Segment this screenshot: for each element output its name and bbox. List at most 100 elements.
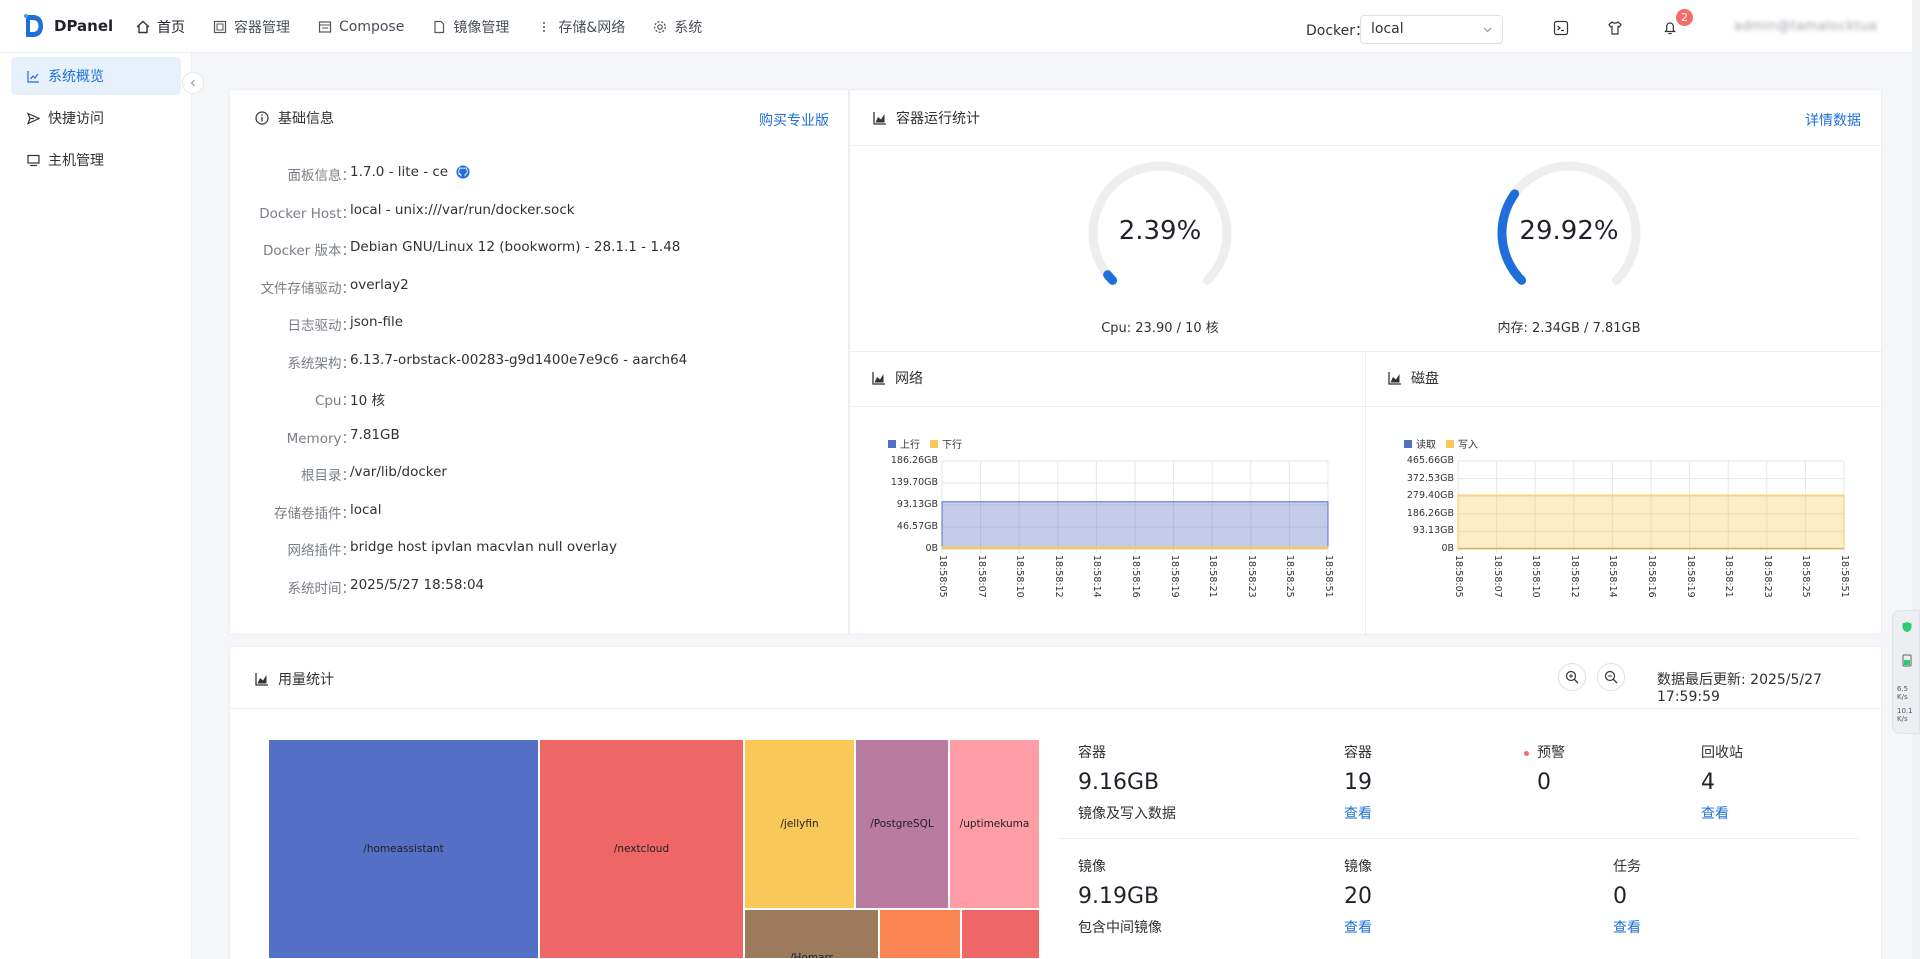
divider bbox=[230, 708, 1883, 709]
cpu-gauge-label: Cpu: 23.90 / 10 核 bbox=[1101, 321, 1219, 336]
info-row-value: 1.7.0 - lite - ce bbox=[350, 164, 470, 180]
info-row-label: Cpu： bbox=[314, 393, 355, 409]
x-tick-label: 18:58:14 bbox=[1607, 555, 1619, 598]
nav-system[interactable]: 系统 bbox=[639, 0, 716, 53]
stat-images-count-value: 20 bbox=[1344, 884, 1372, 909]
treemap-cell-label: /uptimekuma bbox=[959, 818, 1030, 830]
zoom-in-button[interactable] bbox=[1558, 663, 1586, 691]
zoom-out-button[interactable] bbox=[1597, 663, 1625, 691]
treemap-cell[interactable]: /uptimekuma bbox=[949, 739, 1040, 909]
treemap-cell[interactable]: /nextcloud bbox=[539, 739, 744, 959]
info-row-label: 根目录： bbox=[301, 468, 355, 484]
treemap-cell-label: /homeassistant bbox=[363, 843, 444, 855]
info-row-label: 日志驱动： bbox=[287, 318, 356, 334]
y-tick-label: 0B bbox=[1441, 543, 1454, 554]
nav-compose-label: Compose bbox=[339, 18, 405, 35]
sidebar-collapse-button[interactable] bbox=[182, 72, 204, 94]
docker-host-select[interactable]: local bbox=[1360, 15, 1503, 44]
treemap-cell-label: /PostgreSQL bbox=[870, 818, 934, 830]
info-row-value-text: json-file bbox=[350, 314, 404, 330]
terminal-icon[interactable] bbox=[1553, 20, 1569, 36]
network-speed-widget[interactable]: 6.5 K/s 10.1 K/s bbox=[1892, 610, 1920, 734]
chart-icon bbox=[27, 70, 39, 83]
x-tick-label: 18:58:07 bbox=[975, 555, 987, 598]
treemap-cell[interactable]: /homeassistant bbox=[268, 739, 539, 959]
divider bbox=[1365, 351, 1366, 636]
stat-containers-view-link[interactable]: 查看 bbox=[1344, 803, 1372, 823]
y-tick-label: 279.40GB bbox=[1406, 490, 1454, 502]
info-row-value-text: 1.7.0 - lite - ce bbox=[350, 164, 449, 180]
stat-tasks-view-link[interactable]: 查看 bbox=[1613, 917, 1641, 937]
treemap-cell-label: /Homarr bbox=[790, 952, 833, 959]
x-tick-label: 18:58:23 bbox=[1245, 555, 1257, 598]
nav-compose[interactable]: Compose bbox=[304, 0, 418, 53]
nav-image[interactable]: 镜像管理 bbox=[418, 0, 523, 53]
treemap-cell[interactable] bbox=[879, 909, 961, 959]
stat-containers-size-value: 9.16GB bbox=[1078, 770, 1160, 795]
container-stats-title: 容器运行统计 bbox=[873, 108, 980, 128]
gear-icon bbox=[654, 20, 667, 33]
treemap-cell[interactable] bbox=[961, 909, 1040, 959]
detail-data-link[interactable]: 详情数据 bbox=[1805, 110, 1861, 130]
notification-badge: 2 bbox=[1676, 9, 1693, 26]
stat-alerts-value: 0 bbox=[1537, 770, 1551, 795]
treemap-cell[interactable]: /jellyfin bbox=[744, 739, 855, 909]
stat-recycle-view-link[interactable]: 查看 bbox=[1701, 803, 1729, 823]
info-row-label: Memory： bbox=[286, 430, 355, 447]
y-tick-label: 46.57GB bbox=[896, 521, 938, 532]
zoom-out-icon bbox=[1604, 670, 1618, 684]
last-update-text: 数据最后更新: 2025/5/27 17:59:59 bbox=[1657, 672, 1822, 705]
user-name[interactable]: admin@tamalocktua bbox=[1734, 19, 1877, 34]
memory-gauge-label: 内存: 2.34GB / 7.81GB bbox=[1497, 321, 1641, 336]
x-tick-label: 18:58:05 bbox=[1453, 555, 1464, 598]
series-area bbox=[941, 546, 1329, 550]
more-vertical-icon bbox=[543, 21, 546, 32]
area-chart-icon bbox=[1388, 372, 1401, 385]
stat-tasks-value: 0 bbox=[1613, 884, 1627, 909]
docker-host-select-value: local bbox=[1371, 21, 1404, 37]
shield-icon bbox=[1902, 622, 1912, 632]
area-chart-icon bbox=[872, 372, 885, 385]
container-stats-title-text: 容器运行统计 bbox=[896, 111, 980, 127]
treemap-cell-label: /nextcloud bbox=[613, 843, 670, 855]
github-icon[interactable] bbox=[456, 165, 470, 179]
treemap-cell[interactable]: /Homarr bbox=[744, 909, 879, 959]
buy-pro-link[interactable]: 购买专业版 bbox=[759, 110, 829, 130]
nav-container[interactable]: 容器管理 bbox=[199, 0, 304, 53]
info-row-value-text: /var/lib/docker bbox=[350, 464, 447, 480]
treemap-cell[interactable]: /PostgreSQL bbox=[855, 739, 949, 909]
x-tick-label: 18:58:10 bbox=[1530, 555, 1542, 598]
container-icon bbox=[213, 20, 227, 33]
stat-images-view-link[interactable]: 查看 bbox=[1344, 917, 1372, 937]
brand-name: DPanel bbox=[54, 17, 114, 35]
nav-home[interactable]: 首页 bbox=[122, 0, 199, 53]
info-row-label: 文件存储驱动： bbox=[260, 280, 356, 297]
info-row-value-text: local bbox=[350, 501, 382, 518]
send-icon bbox=[27, 111, 40, 125]
stat-tasks-label: 任务 bbox=[1613, 859, 1641, 875]
info-row-label: 存储卷插件： bbox=[274, 505, 355, 522]
brand[interactable]: DPanel bbox=[22, 13, 113, 39]
sidebar-item-shortcut-label: 快捷访问 bbox=[48, 111, 104, 127]
sidebar-item-overview[interactable]: 系统概览 bbox=[11, 57, 181, 95]
download-speed-value: 10.1 bbox=[1897, 707, 1913, 715]
x-tick-label: 18:58:10 bbox=[1014, 555, 1026, 598]
x-tick-label: 18:58:16 bbox=[1646, 555, 1657, 598]
shirt-icon[interactable] bbox=[1607, 20, 1623, 36]
divider bbox=[850, 406, 1883, 407]
info-row-value: bridge host ipvlan macvlan null overlay bbox=[350, 539, 617, 555]
page-scrollbar[interactable] bbox=[1912, 0, 1920, 959]
info-row-label: 系统架构： bbox=[287, 355, 356, 372]
stat-recycle-value: 4 bbox=[1701, 770, 1715, 795]
network-chart-title-text: 网络 bbox=[895, 371, 923, 387]
info-row-value: local - unix:///var/run/docker.sock bbox=[350, 202, 575, 218]
bell-icon[interactable] bbox=[1662, 20, 1678, 36]
area-chart-icon bbox=[255, 673, 268, 686]
x-tick-label: 18:58:12 bbox=[1052, 555, 1064, 598]
x-tick-label: 18:58:21 bbox=[1207, 555, 1219, 598]
sidebar-item-shortcut[interactable]: 快捷访问 bbox=[11, 99, 181, 137]
stat-containers-size-sub: 镜像及写入数据 bbox=[1078, 806, 1176, 822]
chevron-left-icon bbox=[190, 79, 195, 87]
nav-storage-network[interactable]: 存储&网络 bbox=[523, 0, 639, 53]
nav-storage-network-label: 存储&网络 bbox=[558, 19, 626, 36]
